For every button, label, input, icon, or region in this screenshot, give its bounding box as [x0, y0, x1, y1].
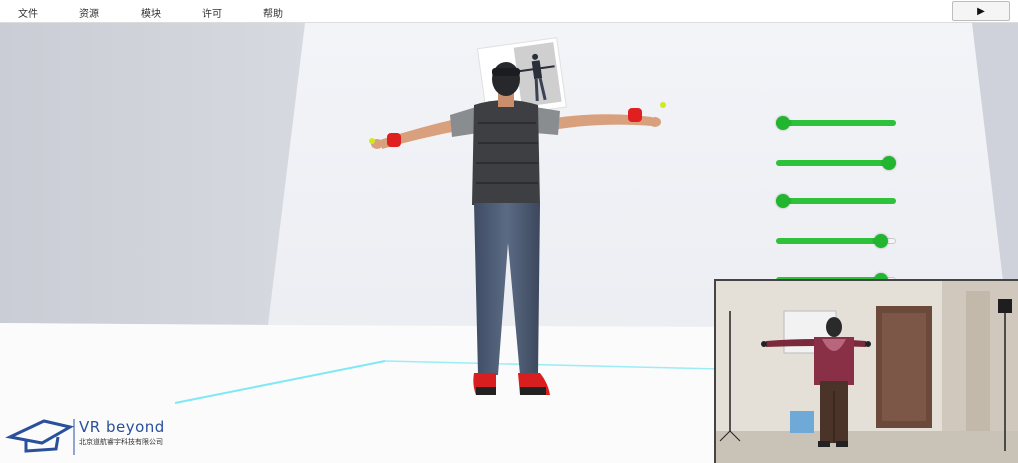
slider-fill — [776, 160, 889, 166]
menu-help[interactable]: 帮助 — [263, 5, 283, 20]
slider-1[interactable] — [776, 116, 898, 130]
slider-fill — [776, 198, 896, 204]
slider-2[interactable] — [776, 156, 898, 170]
menu-bar: 文件 资源 模块 许可 帮助 ▶ — [0, 0, 1018, 23]
menu-license[interactable]: 许可 — [202, 5, 222, 20]
slider-4[interactable] — [776, 234, 898, 248]
slider-3[interactable] — [776, 194, 898, 208]
menu-modules[interactable]: 模块 — [141, 5, 161, 20]
slider-fill — [776, 120, 896, 126]
slider-thumb[interactable] — [873, 234, 888, 248]
slider-thumb[interactable] — [776, 116, 790, 130]
logo-subtitle: 北京道航睿宇科技有限公司 — [79, 438, 163, 446]
left-wall — [0, 23, 305, 325]
menu-file[interactable]: 文件 — [18, 5, 38, 20]
camera-feed-inset — [714, 279, 1018, 463]
play-icon: ▶ — [977, 5, 985, 17]
play-button[interactable]: ▶ — [952, 1, 1010, 21]
menu-resources[interactable]: 资源 — [79, 5, 99, 20]
slider-fill — [776, 238, 881, 244]
slider-thumb[interactable] — [882, 156, 896, 170]
camera-feed-graphics — [716, 281, 1018, 463]
slider-thumb[interactable] — [776, 194, 790, 208]
logo-text: VR beyond — [79, 418, 165, 436]
